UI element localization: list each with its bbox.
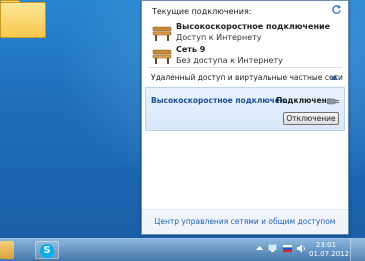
show-desktop-button[interactable] [350, 239, 365, 261]
connection-name: Сеть 9 [176, 45, 206, 54]
network-tray-icon[interactable] [268, 243, 279, 254]
folder-icon[interactable] [0, 0, 48, 40]
vpn-state: Подключено [276, 96, 332, 105]
refresh-icon[interactable] [331, 4, 342, 15]
flyout-title: Текущие подключения: [152, 7, 252, 16]
section-header-vpn[interactable]: Удаленный доступ и виртуальные частные с… [148, 70, 343, 86]
volume-icon[interactable] [296, 243, 307, 254]
disconnect-button[interactable]: Отключение [283, 112, 339, 125]
clock-date: 01.07.2012 [309, 250, 350, 258]
connection-item[interactable]: Сеть 9 Без доступа к Интернету [152, 44, 342, 68]
vpn-connection-item[interactable]: Высокоскоростное подключен... Подключено… [145, 87, 345, 131]
connection-name: Высокоскоростное подключение [176, 22, 331, 31]
section-divider [148, 67, 342, 68]
taskbar: S 23:01 01.07.2012 [0, 238, 365, 261]
connection-item[interactable]: Высокоскоростное подключение Доступ к Ин… [152, 21, 342, 45]
network-center-link[interactable]: Центр управления сетями и общим доступом [142, 217, 348, 226]
plug-icon [327, 98, 339, 105]
taskbar-app[interactable] [0, 241, 14, 259]
flyout-header: Текущие подключения: [142, 1, 348, 19]
clock-time: 23:01 [315, 241, 337, 249]
vpn-name: Высокоскоростное подключен... [151, 96, 294, 105]
network-bench-icon [152, 49, 172, 64]
clock[interactable]: 23:01 01.07.2012 [309, 241, 350, 259]
flag-icon[interactable] [282, 243, 293, 254]
section-label: Удаленный доступ и виртуальные частные с… [151, 73, 343, 82]
network-bench-icon [152, 26, 172, 41]
network-flyout: Текущие подключения: Высокоскоростное по… [141, 0, 349, 235]
taskbar-skype[interactable]: S [35, 241, 59, 259]
chevron-up-icon[interactable] [254, 243, 265, 254]
chevron-up-icon[interactable] [331, 75, 338, 80]
connection-status: Доступ к Интернету [176, 33, 262, 42]
flyout-footer: Центр управления сетями и общим доступом [142, 210, 348, 234]
connection-status: Без доступа к Интернету [176, 56, 283, 65]
skype-icon: S [40, 244, 54, 258]
